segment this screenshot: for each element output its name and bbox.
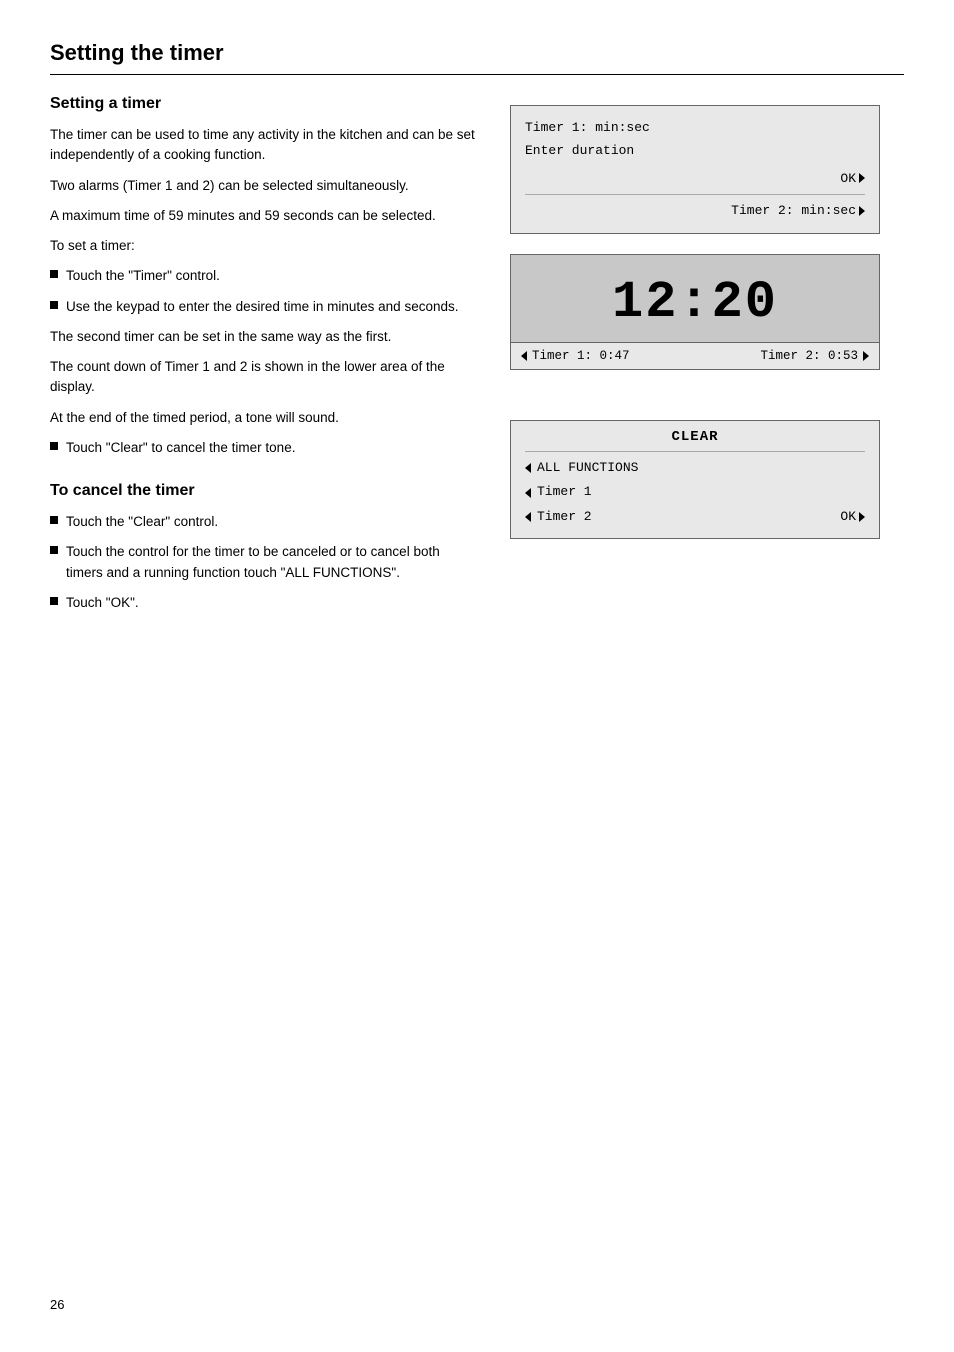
ok-row: OK	[525, 167, 865, 190]
all-functions-arrow-icon	[525, 463, 531, 473]
bullet-touch-ok: Touch "OK".	[50, 593, 480, 613]
timer1-countdown: Timer 1: 0:47	[521, 349, 630, 363]
ok-label: OK	[840, 167, 865, 190]
clear-panel: CLEAR ALL FUNCTIONS Timer 1 Timer 2 OK	[510, 420, 880, 539]
bullet-use-keypad: Use the keypad to enter the desired time…	[50, 297, 480, 317]
paragraph-4: To set a timer:	[50, 236, 480, 256]
spacer	[510, 390, 890, 400]
bullet-icon-2	[50, 301, 58, 309]
section-setting-timer-title: Setting a timer	[50, 95, 480, 113]
bullet-icon-1	[50, 270, 58, 278]
paragraph-3: A maximum time of 59 minutes and 59 seco…	[50, 206, 480, 226]
clear-ok-label: OK	[840, 505, 865, 530]
section-cancel-timer-title: To cancel the timer	[50, 482, 480, 500]
bullet-touch-timer: Touch the "Timer" control.	[50, 266, 480, 286]
timer2-row: Timer 2: min:sec	[525, 199, 865, 222]
bullet-icon-5	[50, 546, 58, 554]
clock-bottom-bar: Timer 1: 0:47 Timer 2: 0:53	[511, 342, 879, 369]
clear-ok-arrow-icon	[859, 512, 865, 522]
clear-header: CLEAR	[525, 429, 865, 445]
paragraph-second-timer: The second timer can be set in the same …	[50, 327, 480, 347]
timer1-label: Timer 1: min:sec	[525, 116, 865, 139]
bullet-icon-3	[50, 442, 58, 450]
panel-divider	[525, 194, 865, 195]
paragraph-tone: At the end of the timed period, a tone w…	[50, 408, 480, 428]
timer2-clear-arrow-icon	[525, 512, 531, 522]
clear-divider-1	[525, 451, 865, 452]
all-functions-row: ALL FUNCTIONS	[525, 456, 865, 481]
paragraph-1: The timer can be used to time any activi…	[50, 125, 480, 166]
bullet-icon-6	[50, 597, 58, 605]
timer2-label: Timer 2: min:sec	[731, 199, 865, 222]
bullet-touch-clear-tone: Touch "Clear" to cancel the timer tone.	[50, 438, 480, 458]
clock-display-area: 12:20	[511, 255, 879, 342]
ok-arrow-icon	[859, 173, 865, 183]
bullet-touch-clear: Touch the "Clear" control.	[50, 512, 480, 532]
bullet-icon-4	[50, 516, 58, 524]
clock-panel: 12:20 Timer 1: 0:47 Timer 2: 0:53	[510, 254, 880, 370]
timer2-arrow-right-icon	[863, 351, 869, 361]
timer2-arrow-icon	[859, 206, 865, 216]
timer1-arrow-left-icon	[521, 351, 527, 361]
page-title: Setting the timer	[50, 40, 904, 75]
timer2-clear-row: Timer 2 OK	[525, 505, 865, 530]
enter-duration-label: Enter duration	[525, 139, 865, 162]
timer2-countdown: Timer 2: 0:53	[760, 349, 869, 363]
bullet-touch-control: Touch the control for the timer to be ca…	[50, 542, 480, 583]
paragraph-2: Two alarms (Timer 1 and 2) can be select…	[50, 176, 480, 196]
paragraph-countdown: The count down of Timer 1 and 2 is shown…	[50, 357, 480, 398]
clock-time: 12:20	[511, 273, 879, 332]
page-number: 26	[50, 1297, 64, 1312]
timer1-clear-row: Timer 1	[525, 480, 865, 505]
timer-input-panel: Timer 1: min:sec Enter duration OK Timer…	[510, 105, 880, 234]
timer1-clear-arrow-icon	[525, 488, 531, 498]
